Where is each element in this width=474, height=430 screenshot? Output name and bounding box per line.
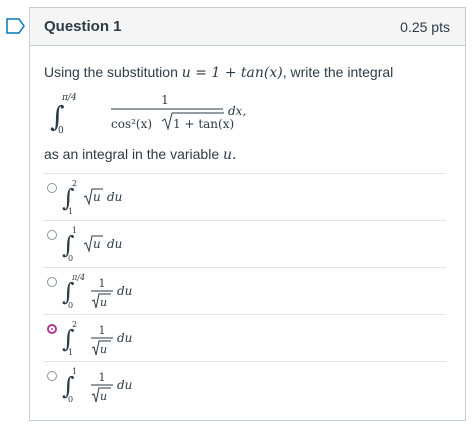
substitution-expression: u = 1 + tan(x) [181,65,283,81]
lower-limit: 1 [68,348,73,357]
answer-expression: ∫ 2 1 1 u du [62,320,132,357]
integrand: u [100,296,107,309]
after-prefix: as an integral in the variable [44,146,223,162]
integrand: u [93,237,101,251]
differential: du [117,331,132,345]
question-card: Question 1 0.25 pts Using the substituti… [29,7,466,421]
integral-denominator-radicand: 1 + tan(x) [173,117,234,131]
question-prompt: Using the substitution u = 1 + tan(x), w… [44,64,393,81]
numerator: 1 [99,277,106,290]
integrand: u [93,190,101,204]
radio-button[interactable] [47,371,57,381]
differential: du [117,378,132,392]
answer-expression: ∫ 2 1 u du [62,179,122,216]
given-integral: ∫ π/4 0 1 cos²(x) 1 + tan(x) dx, [50,93,246,136]
upper-limit: 1 [72,367,77,376]
answer-expression: ∫ 1 0 u du [62,226,122,263]
answer-option-5[interactable]: ∫ 1 0 1 u du [44,361,446,408]
radio-button[interactable] [47,183,57,193]
question-prompt-end: as an integral in the variable u. [44,146,236,163]
lower-limit: 0 [68,254,73,263]
radio-button[interactable] [47,277,57,287]
answer-expression: ∫ π/4 0 1 u du [62,273,132,310]
answer-list: ∫ 2 1 u du ∫ 1 0 u du ∫ π/4 0 1 u du ∫ 2… [44,173,446,408]
question-points: 0.25 pts [400,18,450,35]
answer-option-1[interactable]: ∫ 2 1 u du [44,173,446,220]
integral-lower-limit: 0 [58,126,64,136]
differential: du [117,284,132,298]
numerator: 1 [99,371,106,384]
integrand: u [100,390,107,403]
upper-limit: 1 [72,226,77,235]
bookmark-flag-icon[interactable] [6,18,26,34]
upper-limit: 2 [72,320,77,329]
radio-button-selected[interactable] [47,324,57,334]
lower-limit: 1 [68,207,73,216]
question-title: Question 1 [44,18,122,35]
answer-option-3[interactable]: ∫ π/4 0 1 u du [44,267,446,314]
differential: du [107,190,122,204]
lower-limit: 0 [68,301,73,310]
answer-expression: ∫ 1 0 1 u du [62,367,132,404]
integral-denominator-left: cos²(x) [111,117,152,131]
integral-differential: dx, [228,104,246,118]
prompt-prefix: Using the substitution [44,64,182,80]
differential: du [107,237,122,251]
radio-button[interactable] [47,230,57,240]
numerator: 1 [99,324,106,337]
integrand: u [100,343,107,356]
upper-limit: 2 [72,179,77,188]
integral-numerator: 1 [161,93,169,107]
variable-name: u. [223,147,237,163]
answer-option-4[interactable]: ∫ 2 1 1 u du [44,314,446,361]
prompt-suffix: , write the integral [282,64,394,80]
upper-limit: π/4 [71,273,85,282]
lower-limit: 0 [68,395,73,404]
answer-option-2[interactable]: ∫ 1 0 u du [44,220,446,267]
integral-upper-limit: π/4 [61,93,77,103]
question-header: Question 1 0.25 pts [30,8,465,46]
